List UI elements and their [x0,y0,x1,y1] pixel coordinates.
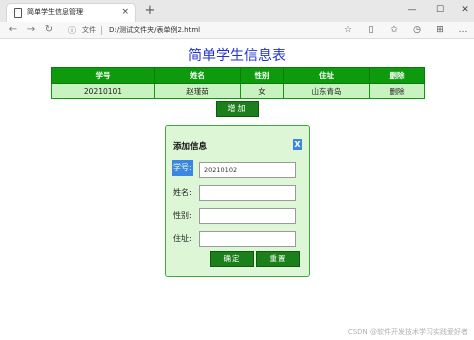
back-icon[interactable]: ← [6,23,20,37]
watermark: CSDN @软件开发技术学习实践爱好者 [347,328,468,336]
cell-student-name: 赵瑾茹 [154,83,241,99]
student-table: 学号 姓名 性别 住址 删除 20210101 赵瑾茹 女 山东青岛 删除 [51,67,425,99]
url-box[interactable]: ⓘ 文件 D:/测试文件夹/表单例2.html [64,24,346,37]
star-icon[interactable]: ☆ [341,23,355,37]
cell-address: 山东青岛 [283,83,370,99]
split-screen-icon[interactable]: ▯ [364,23,378,37]
student-id-input[interactable] [199,162,296,178]
table-row: 20210101 赵瑾茹 女 山东青岛 删除 [51,83,425,99]
dialog-close-button[interactable]: X [293,139,302,150]
new-tab-icon[interactable]: + [143,3,157,19]
name-input[interactable] [199,185,296,201]
tab-bar: 简单学生信息管理 × + — ☐ ✕ [0,0,474,22]
column-header-address: 住址 [283,67,370,84]
label-name: 姓名: [173,188,192,197]
address-input[interactable] [199,231,296,247]
add-info-dialog: 添加信息 X 学号: 姓名: 性别: 住址: 确定 重置 [165,125,310,277]
gender-input[interactable] [199,208,296,224]
browser-tab[interactable]: 简单学生信息管理 × [6,3,136,22]
add-button[interactable]: 增加 [216,101,259,117]
label-address: 住址: [173,234,192,243]
dialog-title: 添加信息 [173,142,208,152]
label-gender: 性别: [173,211,192,220]
url-divider [101,26,102,35]
tab-close-icon[interactable]: × [121,6,129,18]
maximize-icon[interactable]: ☐ [433,3,447,17]
more-icon[interactable]: … [456,23,470,37]
cell-student-id: 20210101 [51,83,155,99]
address-bar: ← → ↻ ⓘ 文件 D:/测试文件夹/表单例2.html ☆ ▯ ✩ ◷ ⊞ … [0,22,474,39]
column-header-delete: 删除 [369,67,425,84]
close-window-icon[interactable]: ✕ [458,3,472,17]
favorites-icon[interactable]: ✩ [387,23,401,37]
collections-icon[interactable]: ⊞ [433,23,447,37]
confirm-button[interactable]: 确定 [210,251,254,267]
minimize-icon[interactable]: — [405,3,419,17]
tab-title: 简单学生信息管理 [27,8,83,16]
page-icon [14,8,22,18]
delete-link[interactable]: 删除 [369,83,425,99]
url-text[interactable]: D:/测试文件夹/表单例2.html [109,24,200,37]
cell-gender: 女 [240,83,284,99]
info-icon[interactable]: ⓘ [68,24,76,37]
page-title: 简单学生信息表 [188,48,286,64]
column-header-id: 学号 [51,67,155,84]
column-header-gender: 性别 [240,67,284,84]
table-header-row: 学号 姓名 性别 住址 删除 [51,67,425,84]
forward-icon[interactable]: → [24,23,38,37]
reset-button[interactable]: 重置 [256,251,300,267]
refresh-icon[interactable]: ↻ [42,23,56,37]
column-header-name: 姓名 [154,67,241,84]
history-icon[interactable]: ◷ [410,23,424,37]
url-scheme-label: 文件 [82,26,96,34]
label-student-id: 学号: [172,160,193,176]
